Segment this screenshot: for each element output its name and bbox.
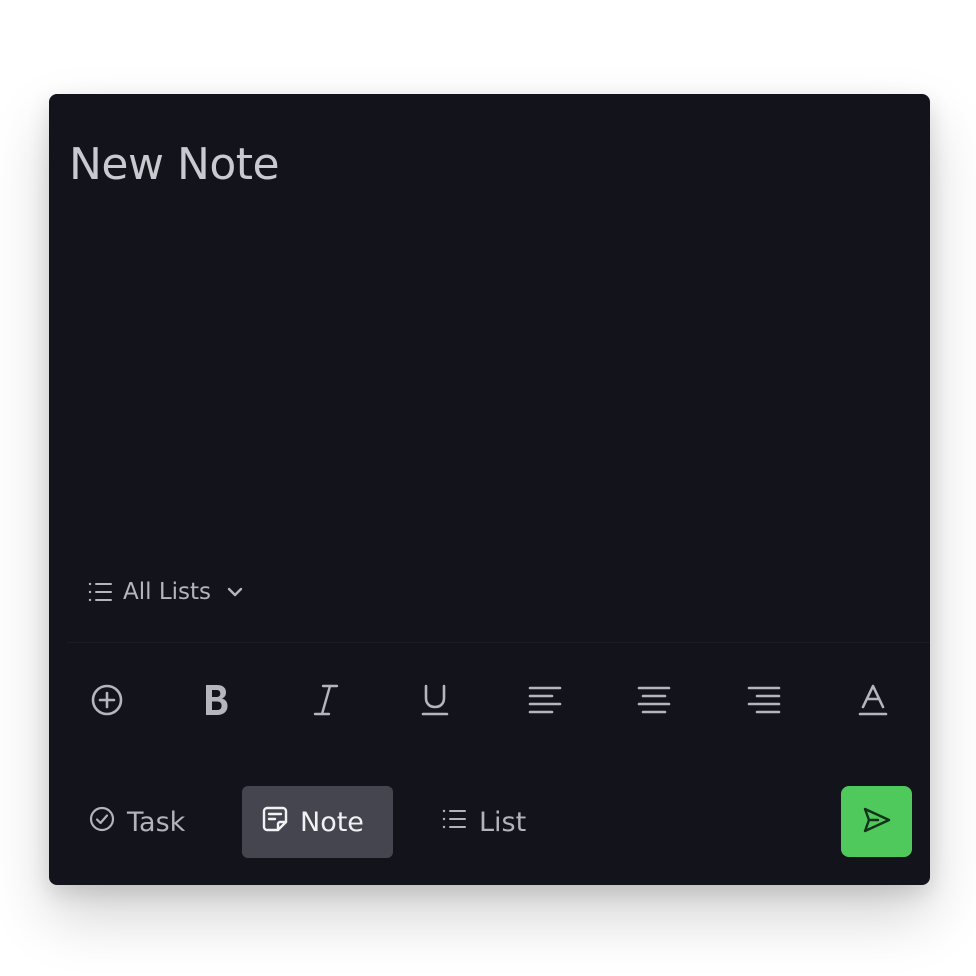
plus-circle-icon <box>90 683 124 721</box>
mode-list-button[interactable]: List <box>427 786 540 858</box>
align-left-icon <box>528 685 562 719</box>
chevron-down-icon <box>225 582 245 602</box>
bold-button[interactable] <box>196 682 236 722</box>
align-right-button[interactable] <box>744 682 784 722</box>
add-button[interactable] <box>87 682 127 722</box>
list-selector-dropdown[interactable]: All Lists <box>87 574 245 610</box>
formatting-toolbar <box>87 679 893 725</box>
send-icon <box>862 806 892 838</box>
mode-task-button[interactable]: Task <box>75 786 199 858</box>
text-color-button[interactable] <box>853 682 893 722</box>
mode-note-button[interactable]: Note <box>242 786 393 858</box>
underline-button[interactable] <box>415 682 455 722</box>
list-icon <box>441 807 467 838</box>
italic-button[interactable] <box>306 682 346 722</box>
list-selector-label: All Lists <box>123 579 212 605</box>
italic-icon <box>313 683 339 721</box>
align-right-icon <box>747 685 781 719</box>
mode-bar: Task Note List <box>49 786 930 860</box>
mode-list-label: List <box>479 806 527 838</box>
underline-icon <box>421 683 449 721</box>
bold-icon <box>202 683 230 721</box>
align-left-button[interactable] <box>525 682 565 722</box>
mode-task-label: Task <box>127 806 186 838</box>
check-circle-icon <box>89 806 115 839</box>
align-center-button[interactable] <box>634 682 674 722</box>
note-composer-card: All Lists <box>49 94 930 885</box>
mode-note-label: Note <box>300 806 364 838</box>
note-icon <box>262 806 288 839</box>
divider <box>67 642 930 643</box>
note-title-input[interactable] <box>69 134 889 194</box>
list-icon <box>87 580 113 604</box>
text-color-icon <box>858 683 888 721</box>
send-button[interactable] <box>841 786 912 857</box>
align-center-icon <box>637 685 671 719</box>
